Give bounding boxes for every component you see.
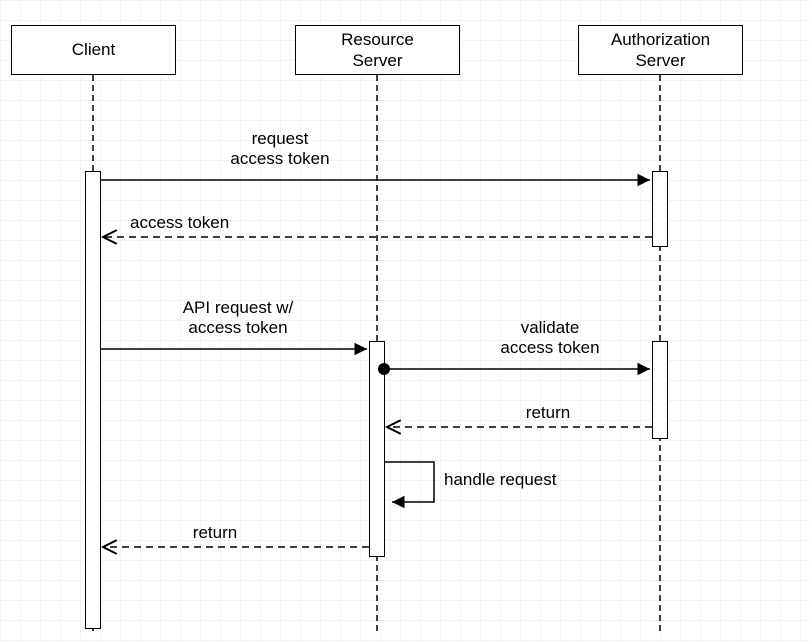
sequence-diagram-arrows	[0, 0, 810, 642]
